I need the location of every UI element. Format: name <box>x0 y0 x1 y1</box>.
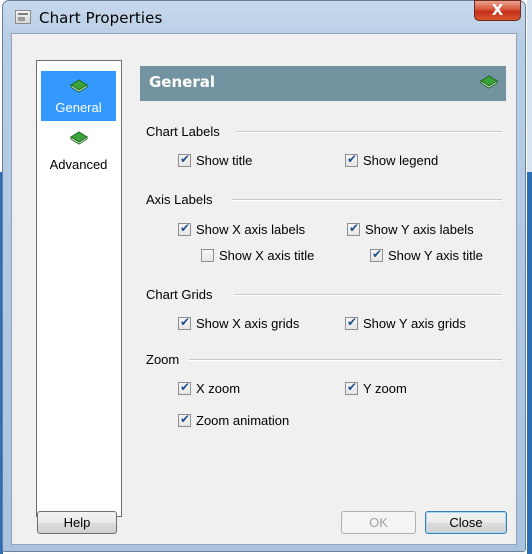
help-button[interactable]: Help <box>37 511 117 534</box>
category-list: General Advanced <box>36 60 122 517</box>
checkbox-label: Y zoom <box>363 380 407 396</box>
checkbox-label: X zoom <box>196 380 241 396</box>
zoom-animation-checkbox[interactable]: Zoom animation <box>178 412 289 428</box>
group-title-chart-grids: Chart Grids <box>146 287 213 302</box>
close-window-button[interactable]: X <box>474 0 521 21</box>
show-y-axis-grids-checkbox[interactable]: Show Y axis grids <box>345 315 466 331</box>
checkbox-label: Show Y axis grids <box>363 315 466 331</box>
show-x-axis-grids-checkbox[interactable]: Show X axis grids <box>178 315 299 331</box>
checkbox-box[interactable] <box>178 315 191 330</box>
nav-item-general[interactable]: General <box>41 71 116 121</box>
checkbox-label: Show Y axis labels <box>365 221 474 237</box>
y-zoom-checkbox[interactable]: Y zoom <box>345 380 407 396</box>
checkbox-label: Show title <box>196 152 253 168</box>
ok-button[interactable]: OK <box>341 511 416 534</box>
checkbox-box[interactable] <box>178 412 191 427</box>
show-title-checkbox[interactable]: Show title <box>178 152 252 168</box>
checkbox-label: Show X axis grids <box>196 315 300 331</box>
x-zoom-checkbox[interactable]: X zoom <box>178 380 240 396</box>
show-x-axis-title-checkbox[interactable]: Show X axis title <box>201 247 314 263</box>
checkbox-box[interactable] <box>345 380 358 395</box>
page-title: General <box>149 73 215 91</box>
group-divider <box>234 294 502 296</box>
nav-item-label: General <box>55 100 102 115</box>
checkbox-label: Show X axis title <box>219 247 315 263</box>
show-y-axis-labels-checkbox[interactable]: Show Y axis labels <box>347 221 474 237</box>
desktop-edge <box>527 0 532 554</box>
show-legend-checkbox[interactable]: Show legend <box>345 152 438 168</box>
page-header: General <box>140 66 506 101</box>
checkbox-label: Show Y axis title <box>388 247 483 263</box>
group-title-chart-labels: Chart Labels <box>146 124 220 139</box>
checkbox-box[interactable] <box>370 247 383 262</box>
checkbox-box[interactable] <box>178 380 191 395</box>
group-divider <box>236 131 502 133</box>
nav-item-label: Advanced <box>49 157 108 172</box>
green-book-icon <box>480 75 498 92</box>
checkbox-box[interactable] <box>345 152 358 167</box>
checkbox-box[interactable] <box>347 221 360 236</box>
group-divider <box>232 199 502 201</box>
checkbox-box[interactable] <box>345 315 358 330</box>
group-divider <box>189 359 502 361</box>
group-title-axis-labels: Axis Labels <box>146 192 213 207</box>
checkbox-label: Show legend <box>363 152 439 168</box>
window-icon <box>15 10 31 24</box>
show-x-axis-labels-checkbox[interactable]: Show X axis labels <box>178 221 305 237</box>
checkbox-box[interactable] <box>178 152 191 167</box>
checkbox-label: Zoom animation <box>196 412 290 428</box>
green-book-icon <box>70 79 88 93</box>
checkbox-box[interactable] <box>201 248 214 262</box>
checkbox-label: Show X axis labels <box>196 221 306 237</box>
show-y-axis-title-checkbox[interactable]: Show Y axis title <box>370 247 483 263</box>
checkbox-box[interactable] <box>178 221 191 236</box>
window-title: Chart Properties <box>39 9 163 27</box>
close-button[interactable]: Close <box>425 511 507 534</box>
group-title-zoom: Zoom <box>146 352 180 367</box>
green-book-icon <box>70 131 88 145</box>
nav-item-advanced[interactable]: Advanced <box>41 123 116 173</box>
title-bar[interactable]: Chart Properties X <box>3 0 525 33</box>
